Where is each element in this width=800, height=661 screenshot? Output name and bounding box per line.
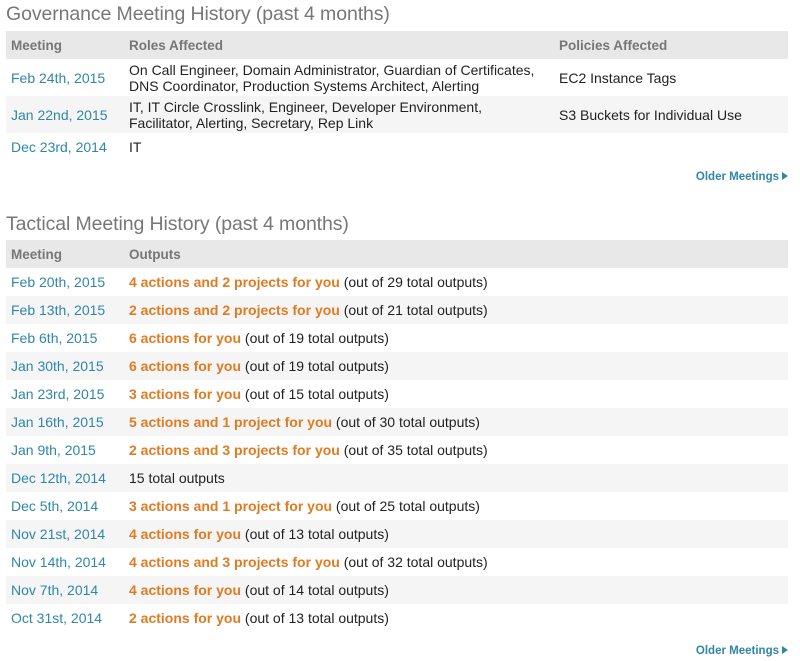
outputs-cell: 2 actions for you (out of 13 total outpu… xyxy=(124,604,788,632)
total-outputs-text: (out of 30 total outputs) xyxy=(332,414,480,430)
table-row: Nov 14th, 2014 4 actions and 3 projects … xyxy=(6,548,788,576)
column-header-roles-affected: Roles Affected xyxy=(124,31,554,59)
total-outputs-text: (out of 13 total outputs) xyxy=(241,526,389,542)
your-outputs-link[interactable]: 2 actions and 2 projects for you xyxy=(129,302,340,318)
table-row: Dec 12th, 2014 15 total outputs xyxy=(6,464,788,492)
table-row: Dec 23rd, 2014 IT xyxy=(6,133,788,160)
table-row: Jan 30th, 2015 6 actions for you (out of… xyxy=(6,352,788,380)
meeting-date-link[interactable]: Feb 13th, 2015 xyxy=(6,296,124,324)
policies-affected-cell xyxy=(554,133,788,160)
total-outputs-text: (out of 29 total outputs) xyxy=(339,274,488,290)
your-outputs-link[interactable]: 4 actions and 3 projects for you xyxy=(129,554,340,570)
table-row: Nov 7th, 2014 4 actions for you (out of … xyxy=(6,576,788,604)
policies-affected-cell: EC2 Instance Tags xyxy=(559,69,677,86)
table-row: Nov 21st, 2014 4 actions for you (out of… xyxy=(6,520,788,548)
total-outputs-text: (out of 19 total outputs) xyxy=(241,330,389,346)
older-meetings-label: Older Meetings xyxy=(695,645,779,657)
roles-affected-cell: On Call Engineer, Domain Administrator, … xyxy=(129,61,535,94)
table-row: Feb 20th, 2015 4 actions and 2 projects … xyxy=(6,268,788,296)
table-row: Feb 24th, 2015 On Call Engineer, Domain … xyxy=(6,59,788,96)
roles-affected-cell: IT, IT Circle Crosslink, Engineer, Devel… xyxy=(124,96,554,133)
outputs-cell: 4 actions for you (out of 14 total outpu… xyxy=(124,576,788,604)
meeting-date-link[interactable]: Nov 14th, 2014 xyxy=(6,548,124,576)
your-outputs-link[interactable]: 6 actions for you xyxy=(129,358,241,374)
outputs-cell: 2 actions and 2 projects for you (out of… xyxy=(124,296,788,324)
meeting-date-link[interactable]: Feb 6th, 2015 xyxy=(6,324,124,352)
column-header-meeting: Meeting xyxy=(6,240,124,268)
outputs-cell: 2 actions and 3 projects for you (out of… xyxy=(124,436,788,464)
table-row: Feb 6th, 2015 6 actions for you (out of … xyxy=(6,324,788,352)
total-outputs-text: 15 total outputs xyxy=(129,470,225,486)
total-outputs-text: (out of 21 total outputs) xyxy=(339,302,488,318)
table-row: Oct 31st, 2014 2 actions for you (out of… xyxy=(6,604,788,632)
meeting-date-link[interactable]: Jan 22nd, 2015 xyxy=(6,96,124,133)
outputs-cell: 4 actions and 2 projects for you (out of… xyxy=(124,268,788,296)
older-meetings-label: Older Meetings xyxy=(695,171,779,183)
table-row: Jan 16th, 2015 5 actions and 1 project f… xyxy=(6,408,788,436)
your-outputs-link[interactable]: 2 actions for you xyxy=(129,610,241,626)
tactical-meeting-table: Meeting Outputs Feb 20th, 2015 4 actions… xyxy=(6,240,788,632)
total-outputs-text: (out of 35 total outputs) xyxy=(339,442,488,458)
governance-older-meetings-link[interactable]: Older Meetings xyxy=(6,160,788,210)
outputs-cell: 4 actions and 3 projects for you (out of… xyxy=(124,548,788,576)
your-outputs-link[interactable]: 6 actions for you xyxy=(129,330,241,346)
your-outputs-link[interactable]: 3 actions for you xyxy=(129,386,241,402)
table-row: Jan 22nd, 2015 IT, IT Circle Crosslink, … xyxy=(6,96,788,133)
outputs-cell: 3 actions for you (out of 15 total outpu… xyxy=(124,380,788,408)
outputs-cell: 4 actions for you (out of 13 total outpu… xyxy=(124,520,788,548)
meeting-date-link[interactable]: Dec 5th, 2014 xyxy=(6,492,124,520)
total-outputs-text: (out of 13 total outputs) xyxy=(241,610,389,626)
outputs-cell: 15 total outputs xyxy=(124,464,788,492)
outputs-cell: 3 actions and 1 project for you (out of … xyxy=(124,492,788,520)
triangle-right-icon xyxy=(782,172,788,180)
table-row: Dec 5th, 2014 3 actions and 1 project fo… xyxy=(6,492,788,520)
column-header-outputs: Outputs xyxy=(124,240,788,268)
your-outputs-link[interactable]: 2 actions and 3 projects for you xyxy=(129,442,340,458)
total-outputs-text: (out of 15 total outputs) xyxy=(241,386,389,402)
meeting-date-link[interactable]: Jan 23rd, 2015 xyxy=(6,380,124,408)
meeting-date-link[interactable]: Nov 21st, 2014 xyxy=(6,520,124,548)
table-row: Jan 23rd, 2015 3 actions for you (out of… xyxy=(6,380,788,408)
outputs-cell: 6 actions for you (out of 19 total outpu… xyxy=(124,324,788,352)
meeting-date-link[interactable]: Oct 31st, 2014 xyxy=(6,604,124,632)
meeting-date-link[interactable]: Dec 23rd, 2014 xyxy=(6,133,124,160)
total-outputs-text: (out of 19 total outputs) xyxy=(241,358,389,374)
table-row: Feb 13th, 2015 2 actions and 2 projects … xyxy=(6,296,788,324)
tactical-older-meetings-link[interactable]: Older Meetings xyxy=(6,641,788,661)
page: Governance Meeting History (past 4 month… xyxy=(0,0,800,632)
meeting-date-link[interactable]: Jan 30th, 2015 xyxy=(6,352,124,380)
column-header-policies-affected: Policies Affected xyxy=(554,31,788,59)
tactical-table-header: Meeting Outputs xyxy=(6,240,788,268)
meeting-date-link[interactable]: Jan 9th, 2015 xyxy=(6,436,124,464)
governance-section-title: Governance Meeting History (past 4 month… xyxy=(6,3,390,25)
policies-affected-cell: S3 Buckets for Individual Use xyxy=(554,96,788,133)
meeting-date-link[interactable]: Feb 20th, 2015 xyxy=(6,268,124,296)
meeting-date-link[interactable]: Feb 24th, 2015 xyxy=(6,59,124,96)
your-outputs-link[interactable]: 3 actions and 1 project for you xyxy=(129,498,332,514)
your-outputs-link[interactable]: 4 actions for you xyxy=(129,582,241,598)
triangle-right-icon xyxy=(782,646,788,654)
outputs-cell: 6 actions for you (out of 19 total outpu… xyxy=(124,352,788,380)
meeting-date-link[interactable]: Dec 12th, 2014 xyxy=(6,464,124,492)
meeting-date-link[interactable]: Nov 7th, 2014 xyxy=(6,576,124,604)
governance-table-header: Meeting Roles Affected Policies Affected xyxy=(6,31,788,59)
outputs-cell: 5 actions and 1 project for you (out of … xyxy=(124,408,788,436)
tactical-section-title: Tactical Meeting History (past 4 months) xyxy=(6,213,349,235)
total-outputs-text: (out of 14 total outputs) xyxy=(241,582,389,598)
total-outputs-text: (out of 25 total outputs) xyxy=(332,498,480,514)
your-outputs-link[interactable]: 4 actions for you xyxy=(129,526,241,542)
total-outputs-text: (out of 32 total outputs) xyxy=(339,554,488,570)
governance-meeting-table: Meeting Roles Affected Policies Affected… xyxy=(6,31,788,160)
column-header-meeting: Meeting xyxy=(6,31,124,59)
roles-affected-cell: IT xyxy=(129,138,142,155)
your-outputs-link[interactable]: 5 actions and 1 project for you xyxy=(129,414,332,430)
meeting-date-link[interactable]: Jan 16th, 2015 xyxy=(6,408,124,436)
table-row: Jan 9th, 2015 2 actions and 3 projects f… xyxy=(6,436,788,464)
your-outputs-link[interactable]: 4 actions and 2 projects for you xyxy=(129,274,340,290)
